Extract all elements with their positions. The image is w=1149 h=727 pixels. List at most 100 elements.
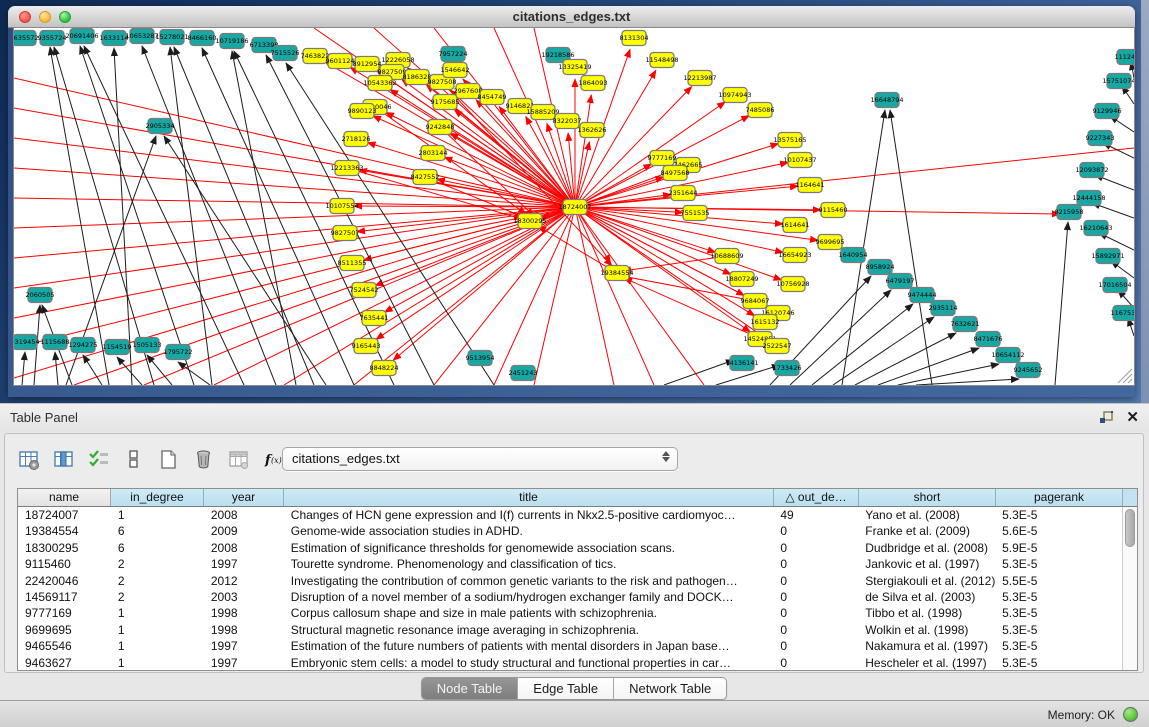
teal-node[interactable]: 2935114 (929, 301, 958, 316)
teal-node[interactable]: 9227343 (1086, 131, 1115, 146)
yellow-node[interactable]: 10974943 (718, 88, 751, 103)
table-row[interactable]: 969969511998Structural magnetic resonanc… (18, 622, 1122, 638)
black-edge[interactable] (114, 48, 132, 385)
column-visibility-icon[interactable] (50, 446, 76, 472)
yellow-node[interactable]: 10543362 (363, 76, 396, 91)
tab-node-table[interactable]: Node Table (422, 678, 519, 699)
new-column-icon[interactable] (155, 446, 181, 472)
yellow-node[interactable]: 7551535 (681, 206, 710, 221)
yellow-node[interactable]: 16654923 (778, 248, 811, 263)
teal-node[interactable]: 10654112 (991, 348, 1024, 363)
table-cell[interactable]: 6 (111, 540, 204, 556)
tab-network-table[interactable]: Network Table (614, 678, 726, 699)
table-mode-icon[interactable] (15, 446, 41, 472)
table-cell[interactable]: 2008 (204, 507, 284, 523)
yellow-node[interactable]: 9601124 (326, 54, 355, 69)
red-edge[interactable] (14, 207, 575, 288)
black-edge[interactable] (170, 47, 212, 385)
column-header-name[interactable]: name (18, 489, 111, 506)
teal-node[interactable]: 1795722 (164, 345, 193, 360)
table-cell[interactable]: 2012 (204, 573, 284, 589)
table-cell[interactable]: 9699695 (18, 622, 111, 638)
yellow-node[interactable]: 9827507 (331, 226, 360, 241)
yellow-node[interactable]: 2803144 (419, 146, 448, 161)
table-cell[interactable]: 5.3E-5 (995, 622, 1122, 638)
teal-node[interactable]: 6479197 (886, 274, 915, 289)
teal-node[interactable]: 2060505 (26, 288, 55, 303)
table-cell[interactable]: 0 (773, 556, 858, 572)
table-cell[interactable]: 22420046 (18, 573, 111, 589)
table-cell[interactable]: 5.5E-5 (995, 573, 1122, 589)
table-cell[interactable]: 5.9E-5 (995, 540, 1122, 556)
black-edge[interactable] (1055, 222, 1068, 385)
table-cell[interactable]: Structural magnetic resonance image aver… (284, 622, 774, 638)
table-cell[interactable]: 5.3E-5 (995, 638, 1122, 654)
table-cell[interactable]: 2 (111, 556, 204, 572)
table-cell[interactable]: 1998 (204, 622, 284, 638)
teal-node[interactable]: 9355724 (38, 31, 67, 46)
yellow-node[interactable]: 18724007 (558, 200, 591, 215)
yellow-node[interactable]: 8511355 (338, 256, 367, 271)
table-cell[interactable]: 2 (111, 573, 204, 589)
table-cell[interactable]: 1997 (204, 638, 284, 654)
table-row[interactable]: 946362711997Embryonic stem cells: a mode… (18, 655, 1122, 671)
table-cell[interactable]: 19384554 (18, 523, 111, 539)
table-cell[interactable]: 1 (111, 622, 204, 638)
teal-node[interactable]: 1115688 (41, 335, 70, 350)
yellow-node[interactable]: 18807249 (725, 272, 758, 287)
teal-node[interactable]: 1294275 (69, 338, 98, 353)
network-canvas[interactable]: 9635572935572420691406163311410653287152… (14, 28, 1134, 385)
network-file-select[interactable]: citations_edges.txt (282, 447, 678, 471)
teal-node[interactable]: 15278021 (155, 30, 188, 45)
table-cell[interactable]: 9465546 (18, 638, 111, 654)
teal-node[interactable]: 7515526 (271, 46, 300, 61)
table-cell[interactable]: 0 (773, 540, 858, 556)
column-header-in_degree[interactable]: in_degree (111, 489, 204, 506)
red-edge[interactable] (538, 226, 617, 273)
yellow-node[interactable]: 10107554 (325, 199, 358, 214)
teal-node[interactable]: 7632621 (951, 317, 980, 332)
yellow-node[interactable]: 12213987 (683, 71, 716, 86)
row-options-icon[interactable] (120, 446, 146, 472)
black-edge[interactable] (80, 46, 194, 385)
yellow-node[interactable]: 1362626 (578, 123, 607, 138)
table-scrollbar-thumb[interactable] (1125, 509, 1135, 547)
column-header-out_de[interactable]: △ out_de… (774, 489, 859, 506)
teal-node[interactable]: 9245652 (1014, 363, 1043, 378)
teal-node[interactable]: 1640954 (839, 248, 868, 263)
black-edge[interactable] (266, 55, 434, 385)
table-cell[interactable]: Disruption of a novel member of a sodium… (284, 589, 774, 605)
yellow-node[interactable]: 8848224 (370, 361, 399, 376)
table-cell[interactable]: Embryonic stem cells: a model to study s… (284, 655, 774, 671)
yellow-node[interactable]: 8131304 (620, 31, 649, 46)
teal-node[interactable]: 17016504 (1098, 278, 1131, 293)
yellow-node[interactable]: 7524542 (350, 283, 379, 298)
table-cell[interactable]: Changes of HCN gene expression and I(f) … (284, 507, 774, 523)
column-header-short[interactable]: short (859, 489, 996, 506)
teal-node[interactable]: 12444158 (1072, 191, 1105, 206)
table-row[interactable]: 946554611997Estimation of the future num… (18, 638, 1122, 654)
yellow-node[interactable]: 8427552 (411, 170, 440, 185)
table-row[interactable]: 977716911998Corpus callosum shape and si… (18, 605, 1122, 621)
black-edge[interactable] (898, 364, 999, 385)
black-edge[interactable] (55, 352, 58, 385)
black-edge[interactable] (178, 362, 210, 385)
yellow-node[interactable]: 9115460 (819, 203, 848, 218)
table-cell[interactable]: 18724007 (18, 507, 111, 523)
yellow-node[interactable]: 9684067 (741, 294, 770, 309)
yellow-node[interactable]: 8454749 (478, 90, 507, 105)
table-cell[interactable]: Dudbridge et al. (2008) (858, 540, 995, 556)
teal-node[interactable]: 8466160 (188, 31, 217, 46)
table-cell[interactable]: Yano et al. (2008) (858, 507, 995, 523)
table-cell[interactable]: Corpus callosum shape and size in male p… (284, 605, 774, 621)
table-cell[interactable]: 5.3E-5 (995, 655, 1122, 671)
table-cell[interactable]: 6 (111, 523, 204, 539)
yellow-node[interactable]: 1546642 (441, 63, 470, 78)
delete-column-icon[interactable] (190, 446, 216, 472)
teal-node[interactable]: 14136141 (725, 356, 758, 371)
table-cell[interactable]: 1 (111, 638, 204, 654)
teal-node[interactable]: 1154519 (103, 340, 132, 355)
table-cell[interactable]: Wolkin et al. (1998) (858, 622, 995, 638)
close-panel-icon[interactable]: ✕ (1126, 411, 1139, 425)
table-cell[interactable]: Genome-wide association studies in ADHD. (284, 523, 774, 539)
